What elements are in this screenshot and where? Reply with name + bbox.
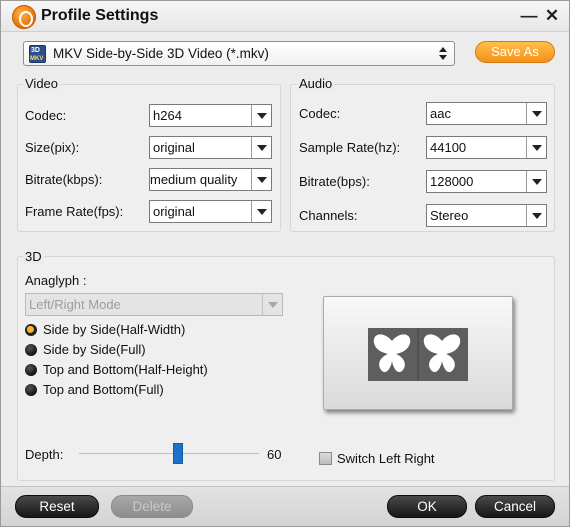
- audio-bitrate-label: Bitrate(bps):: [299, 174, 370, 189]
- video-frame-rate-label: Frame Rate(fps):: [25, 204, 124, 219]
- profile-select[interactable]: MKV Side-by-Side 3D Video (*.mkv): [23, 41, 455, 66]
- audio-channels-label: Channels:: [299, 208, 358, 223]
- video-frame-rate-select[interactable]: original: [149, 200, 272, 223]
- anaglyph-select[interactable]: Left/Right Mode: [25, 293, 283, 316]
- radio-label: Top and Bottom(Half-Height): [43, 362, 208, 377]
- chevron-down-icon[interactable]: [251, 169, 271, 190]
- reset-button[interactable]: Reset: [15, 495, 99, 518]
- depth-value: 60: [267, 447, 282, 462]
- chevron-down-icon[interactable]: [526, 171, 546, 192]
- radio-label: Side by Side(Full): [43, 342, 146, 357]
- video-codec-value: h264: [153, 108, 182, 123]
- radio-label: Top and Bottom(Full): [43, 382, 164, 397]
- radio-unchecked-icon[interactable]: [25, 344, 37, 356]
- video-bitrate-select[interactable]: medium quality: [149, 168, 272, 191]
- 3d-preview: [323, 296, 513, 410]
- anaglyph-value: Left/Right Mode: [29, 297, 121, 312]
- radio-unchecked-icon[interactable]: [25, 384, 37, 396]
- chevron-down-icon[interactable]: [526, 205, 546, 226]
- mkv-3d-icon: [29, 45, 46, 63]
- radio-unchecked-icon[interactable]: [25, 364, 37, 376]
- audio-group-title: Audio: [297, 76, 335, 91]
- audio-sample-rate-label: Sample Rate(hz):: [299, 140, 401, 155]
- chevron-down-icon[interactable]: [526, 103, 546, 124]
- video-size-value: original: [153, 140, 195, 155]
- save-as-button[interactable]: Save As: [475, 41, 555, 63]
- switch-left-right-label: Switch Left Right: [337, 451, 435, 466]
- depth-slider-track[interactable]: [79, 453, 259, 454]
- audio-sample-rate-select[interactable]: 44100: [426, 136, 547, 159]
- profile-settings-window: Profile Settings — ✕ MKV Side-by-Side 3D…: [0, 0, 570, 527]
- 3d-group-title: 3D: [23, 249, 44, 264]
- minimize-button[interactable]: —: [520, 6, 538, 26]
- ok-button[interactable]: OK: [387, 495, 467, 518]
- window-title: Profile Settings: [41, 7, 159, 24]
- audio-codec-label: Codec:: [299, 106, 341, 121]
- profile-value: MKV Side-by-Side 3D Video (*.mkv): [53, 46, 269, 61]
- video-size-label: Size(pix):: [25, 140, 80, 155]
- audio-channels-value: Stereo: [430, 208, 469, 223]
- audio-sample-rate-value: 44100: [430, 140, 467, 155]
- video-size-select[interactable]: original: [149, 136, 272, 159]
- video-bitrate-label: Bitrate(kbps):: [25, 172, 103, 187]
- chevron-down-icon[interactable]: [251, 137, 271, 158]
- chevron-down-icon[interactable]: [262, 294, 282, 315]
- audio-bitrate-select[interactable]: 128000: [426, 170, 547, 193]
- video-codec-label: Codec:: [25, 108, 67, 123]
- chevron-down-icon[interactable]: [251, 201, 271, 222]
- video-frame-rate-value: original: [153, 204, 195, 219]
- updown-arrows-icon: [439, 46, 448, 62]
- video-bitrate-value: medium quality: [150, 172, 238, 187]
- app-logo-icon: [12, 5, 36, 29]
- audio-codec-value: aac: [430, 106, 451, 121]
- depth-slider-thumb[interactable]: [173, 443, 183, 464]
- chevron-down-icon[interactable]: [526, 137, 546, 158]
- depth-label: Depth:: [25, 447, 64, 462]
- anaglyph-label: Anaglyph :: [25, 273, 87, 288]
- close-button[interactable]: ✕: [543, 6, 561, 26]
- audio-bitrate-value: 128000: [430, 174, 474, 189]
- audio-channels-select[interactable]: Stereo: [426, 204, 547, 227]
- radio-label: Side by Side(Half-Width): [43, 322, 186, 337]
- video-group-title: Video: [23, 76, 61, 91]
- video-codec-select[interactable]: h264: [149, 104, 272, 127]
- butterfly-side-by-side-preview: [368, 328, 468, 381]
- audio-codec-select[interactable]: aac: [426, 102, 547, 125]
- radio-checked-icon[interactable]: [25, 324, 37, 336]
- title-bar[interactable]: Profile Settings — ✕: [1, 1, 569, 32]
- delete-button[interactable]: Delete: [111, 495, 193, 518]
- chevron-down-icon[interactable]: [251, 105, 271, 126]
- cancel-button[interactable]: Cancel: [475, 495, 555, 518]
- switch-left-right-checkbox[interactable]: [319, 452, 332, 465]
